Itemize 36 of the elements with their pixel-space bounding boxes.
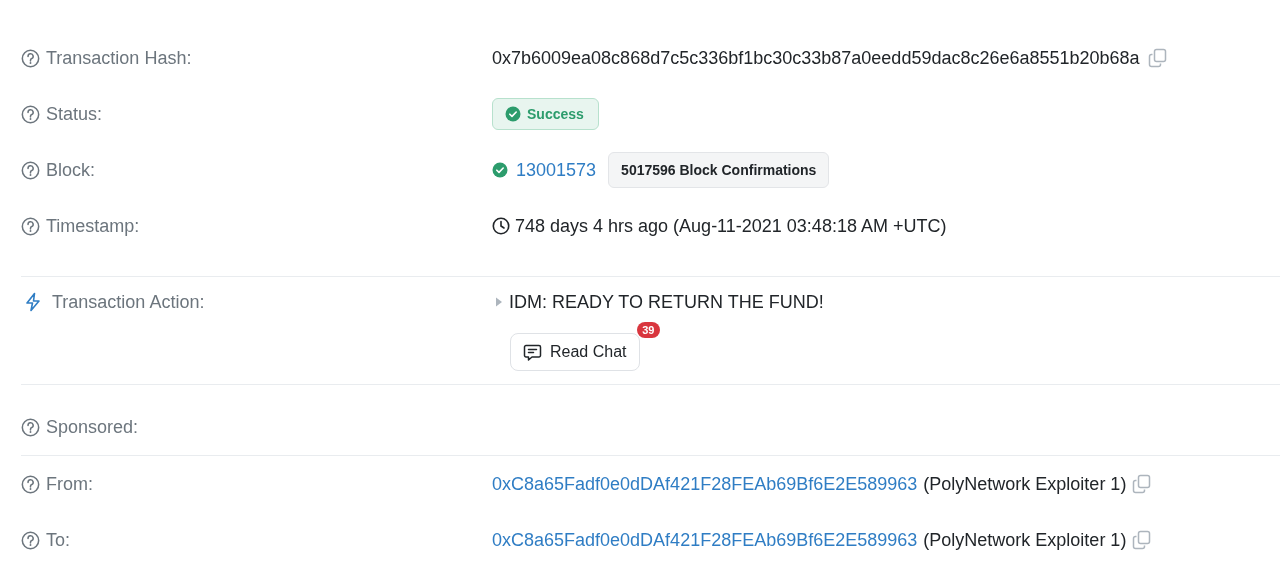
check-circle-icon (505, 106, 521, 122)
address-link[interactable]: 0xC8a65Fadf0e0dDAf421F28FEAb69Bf6E2E589963 (492, 472, 918, 496)
help-icon (21, 160, 40, 180)
copy-icon[interactable] (1147, 48, 1168, 68)
copy-icon[interactable] (1132, 530, 1153, 550)
action-text: IDM: READY TO RETURN THE FUND! (509, 291, 824, 314)
chat-icon (523, 342, 542, 362)
field-label: Transaction Hash: (46, 47, 192, 70)
field-label: From: (46, 473, 93, 496)
transaction-hash: 0x7b6009ea08c868d7c5c336bf1bc30c33b87a0eedd59dac8c26e6a8551b20b68a (492, 47, 1140, 70)
read-chat-button[interactable]: Read Chat (510, 333, 640, 371)
help-icon (21, 474, 40, 494)
help-icon (21, 48, 40, 68)
lightning-icon (24, 292, 42, 312)
help-icon (21, 216, 40, 236)
field-label: Timestamp: (46, 215, 140, 238)
confirmations-badge: 5017596 Block Confirmations (608, 152, 830, 188)
field-label: Block: (46, 159, 96, 182)
status-text: Success (527, 105, 584, 124)
field-label: Transaction Action: (52, 291, 205, 314)
check-circle-icon (492, 162, 508, 178)
clock-icon (492, 217, 510, 235)
field-label: Status: (46, 103, 103, 126)
address-link[interactable]: 0xC8a65Fadf0e0dDAf421F28FEAb69Bf6E2E589963 (492, 528, 918, 552)
address-name: (PolyNetwork Exploiter 1) (923, 473, 1127, 496)
count-badge: 39 (637, 322, 660, 338)
timestamp-text: 748 days 4 hrs ago (Aug-11-2021 03:48:18 AM +UTC) (515, 215, 947, 238)
help-icon (21, 530, 40, 550)
caret-icon[interactable] (495, 296, 503, 308)
field-label: Sponsored: (46, 416, 139, 439)
block-link[interactable]: 13001573 (516, 158, 597, 182)
help-icon (21, 104, 40, 124)
address-name: (PolyNetwork Exploiter 1) (923, 529, 1127, 552)
help-icon (21, 417, 40, 437)
copy-icon[interactable] (1132, 474, 1153, 494)
field-label: To: (46, 529, 70, 552)
